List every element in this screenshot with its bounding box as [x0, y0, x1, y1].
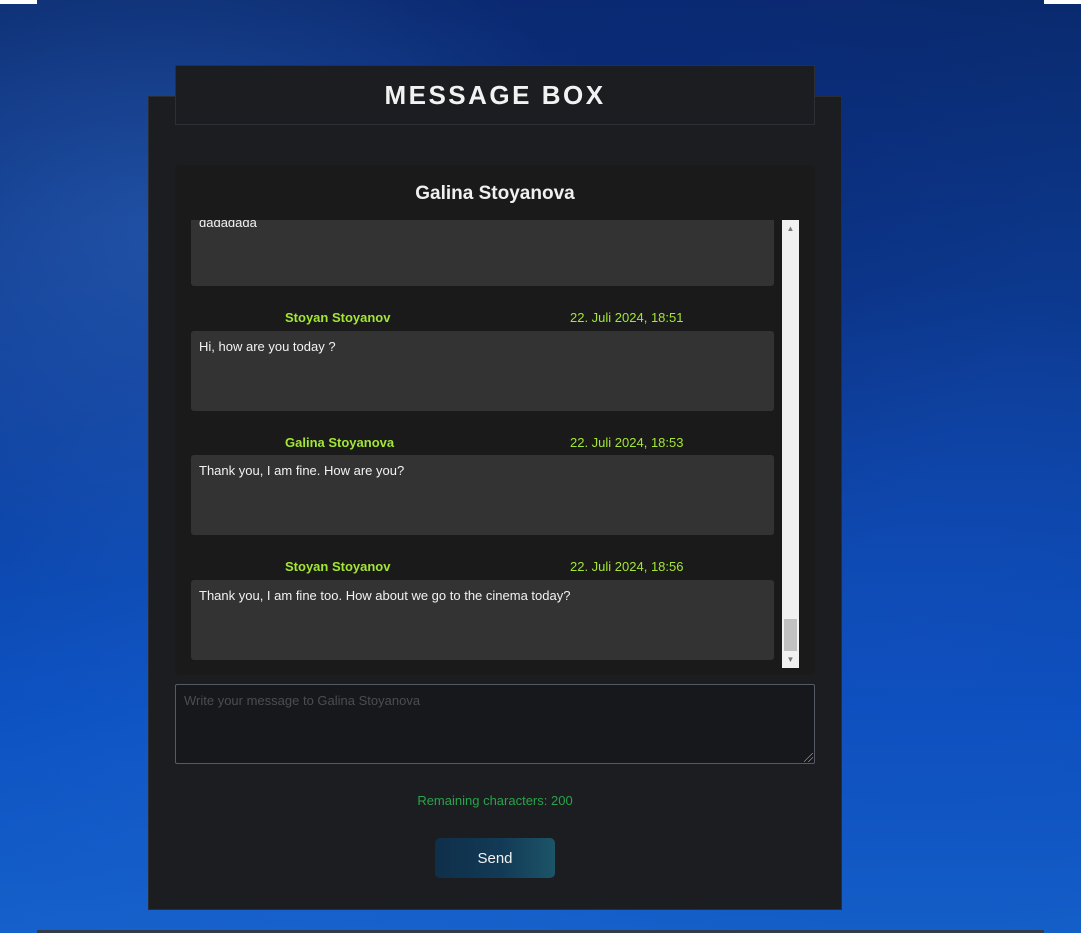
message-bubble: Thank you, I am fine. How are you? [191, 455, 774, 535]
scroll-up-arrow-icon[interactable]: ▲ [782, 220, 799, 237]
message-sender: Stoyan Stoyanov [285, 559, 391, 574]
message-input[interactable] [175, 684, 815, 764]
message-meta: Stoyan Stoyanov 22. Juli 2024, 18:56 [191, 559, 774, 577]
remaining-characters: Remaining characters: 200 [417, 793, 573, 808]
top-left-corner-mark [0, 0, 37, 4]
message-text: dadadada [199, 220, 257, 230]
message-sender: Stoyan Stoyanov [285, 310, 391, 325]
page-title: MESSAGE BOX [384, 79, 606, 110]
message-meta: Stoyan Stoyanov 22. Juli 2024, 18:51 [191, 310, 774, 328]
message-text: Hi, how are you today ? [199, 339, 336, 354]
conversation-title: Galina Stoyanova [415, 183, 575, 204]
scroll-down-arrow-icon[interactable]: ▼ [782, 651, 799, 668]
conversation-box: Galina Stoyanova dadadada Stoyan Stoyano… [175, 165, 815, 675]
message-bubble: dadadada [191, 220, 774, 286]
message-text: Thank you, I am fine. How are you? [199, 463, 405, 478]
top-right-corner-mark [1044, 0, 1081, 4]
message-timestamp: 22. Juli 2024, 18:51 [570, 310, 684, 325]
message-bubble: Thank you, I am fine too. How about we g… [191, 580, 774, 660]
send-button[interactable]: Send [435, 838, 555, 878]
message-timestamp: 22. Juli 2024, 18:56 [570, 559, 684, 574]
message-text: Thank you, I am fine too. How about we g… [199, 588, 571, 603]
messages-list: dadadada Stoyan Stoyanov 22. Juli 2024, … [191, 220, 774, 668]
message-bubble: Hi, how are you today ? [191, 331, 774, 411]
scrollbar-thumb[interactable] [784, 619, 797, 651]
messages-area: dadadada Stoyan Stoyanov 22. Juli 2024, … [191, 220, 799, 668]
resize-grip-icon[interactable] [804, 753, 813, 762]
message-timestamp: 22. Juli 2024, 18:53 [570, 435, 684, 450]
page-header: MESSAGE BOX [175, 65, 815, 125]
messages-scrollbar[interactable]: ▲ ▼ [782, 220, 799, 668]
message-meta: Galina Stoyanova 22. Juli 2024, 18:53 [191, 435, 774, 453]
message-sender: Galina Stoyanova [285, 435, 395, 450]
